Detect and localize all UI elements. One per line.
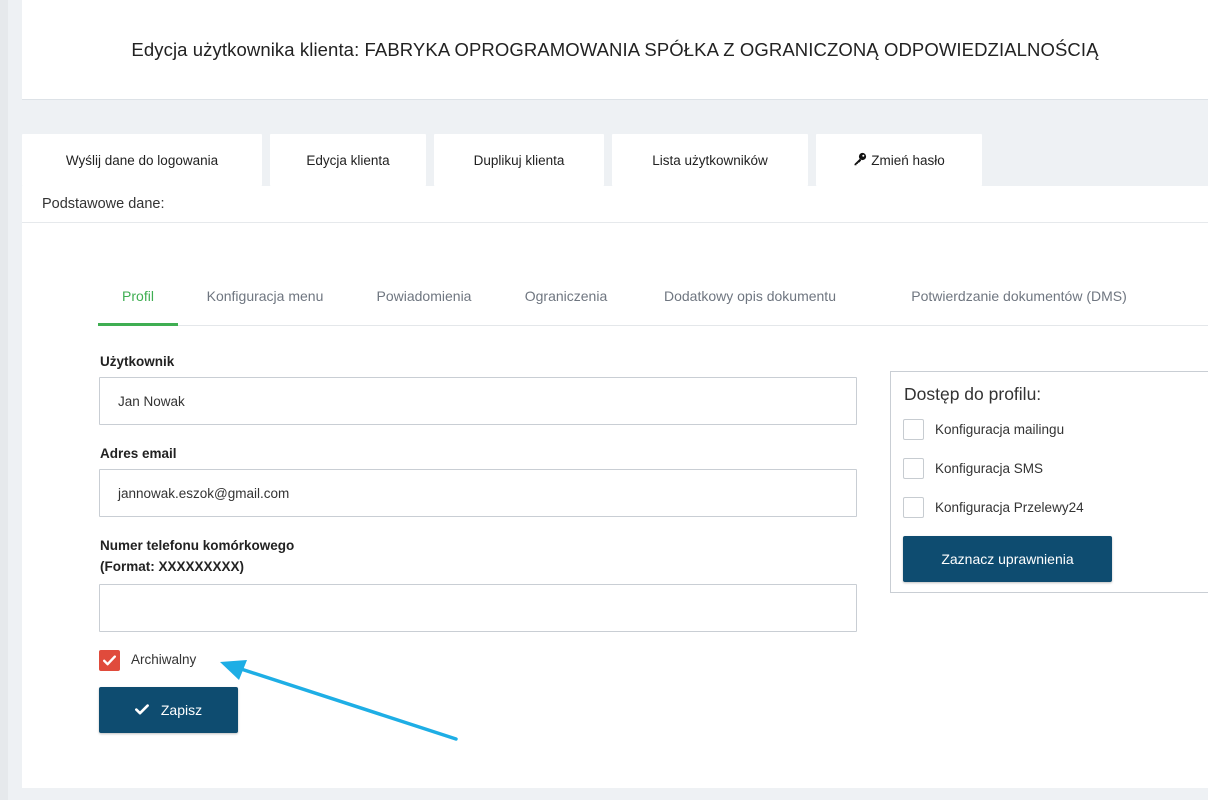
email-field[interactable]: jannowak.eszok@gmail.com bbox=[99, 469, 857, 517]
tab-document-description[interactable]: Dodatkowy opis dokumentu bbox=[652, 279, 848, 326]
save-button-label: Zapisz bbox=[160, 702, 203, 718]
tab-dms[interactable]: Potwierdzanie dokumentów (DMS) bbox=[886, 279, 1152, 326]
phone-label-line2: (Format: XXXXXXXXX) bbox=[100, 559, 245, 574]
sms-config-label: Konfiguracja SMS bbox=[935, 461, 1044, 476]
profile-tabs: Profil Konfiguracja menu Powiadomienia O… bbox=[98, 279, 1208, 326]
mailing-config-checkbox[interactable] bbox=[903, 419, 924, 440]
tab-restrictions[interactable]: Ograniczenia bbox=[516, 279, 616, 326]
page-header: Edycja użytkownika klienta: FABRYKA OPRO… bbox=[22, 0, 1208, 100]
tab-profil-label: Profil bbox=[122, 288, 154, 304]
email-field-value: jannowak.eszok@gmail.com bbox=[118, 485, 290, 501]
change-password-button[interactable]: Zmień hasło bbox=[816, 134, 982, 186]
tab-dms-label: Potwierdzanie dokumentów (DMS) bbox=[911, 288, 1127, 304]
change-password-label: Zmień hasło bbox=[871, 152, 945, 168]
user-label: Użytkownik bbox=[100, 354, 175, 369]
section-header: Podstawowe dane: bbox=[22, 186, 1208, 223]
duplicate-client-label: Duplikuj klienta bbox=[473, 152, 565, 168]
send-login-data-button[interactable]: Wyślij dane do logowania bbox=[22, 134, 262, 186]
main-card: Podstawowe dane: Profil Konfiguracja men… bbox=[22, 186, 1208, 788]
tab-restrictions-label: Ograniczenia bbox=[524, 288, 608, 304]
tab-profil[interactable]: Profil bbox=[98, 279, 178, 326]
email-label: Adres email bbox=[100, 446, 177, 461]
action-tabs: Wyślij dane do logowania Edycja klienta … bbox=[22, 134, 982, 186]
user-input[interactable]: Jan Nowak bbox=[99, 377, 857, 425]
profile-access-panel: Dostęp do profilu: Konfiguracja mailingu… bbox=[890, 371, 1208, 593]
tab-notifications[interactable]: Powiadomienia bbox=[368, 279, 480, 326]
tab-menu-config[interactable]: Konfiguracja menu bbox=[198, 279, 332, 326]
mailing-config-label: Konfiguracja mailingu bbox=[935, 422, 1065, 437]
archive-checkbox[interactable] bbox=[99, 650, 120, 671]
user-list-label: Lista użytkowników bbox=[652, 152, 768, 168]
save-button[interactable]: Zapisz bbox=[99, 687, 238, 733]
grant-permissions-button[interactable]: Zaznacz uprawnienia bbox=[903, 536, 1112, 582]
profile-access-title: Dostęp do profilu: bbox=[904, 384, 1042, 404]
page-title: Edycja użytkownika klienta: FABRYKA OPRO… bbox=[131, 38, 1099, 60]
edit-client-button[interactable]: Edycja klienta bbox=[270, 134, 426, 186]
tab-notifications-label: Powiadomienia bbox=[376, 288, 472, 304]
tab-menu-config-label: Konfiguracja menu bbox=[206, 288, 324, 304]
przelewy24-config-label: Konfiguracja Przelewy24 bbox=[935, 500, 1084, 515]
duplicate-client-button[interactable]: Duplikuj klienta bbox=[434, 134, 604, 186]
archive-label: Archiwalny bbox=[131, 652, 197, 667]
section-title: Podstawowe dane: bbox=[42, 196, 165, 212]
przelewy24-config-checkbox[interactable] bbox=[903, 497, 924, 518]
left-strip bbox=[0, 0, 8, 800]
phone-field[interactable] bbox=[99, 584, 857, 632]
check-icon bbox=[134, 702, 149, 718]
key-icon bbox=[853, 152, 867, 169]
sms-config-checkbox[interactable] bbox=[903, 458, 924, 479]
tab-document-description-label: Dodatkowy opis dokumentu bbox=[664, 288, 836, 304]
grant-permissions-label: Zaznacz uprawnienia bbox=[941, 551, 1074, 567]
user-list-button[interactable]: Lista użytkowników bbox=[612, 134, 808, 186]
send-login-data-label: Wyślij dane do logowania bbox=[65, 152, 219, 168]
user-input-value: Jan Nowak bbox=[118, 393, 185, 409]
phone-label-line1: Numer telefonu komórkowego bbox=[100, 538, 295, 553]
check-icon bbox=[103, 655, 116, 666]
edit-client-label: Edycja klienta bbox=[306, 152, 390, 168]
